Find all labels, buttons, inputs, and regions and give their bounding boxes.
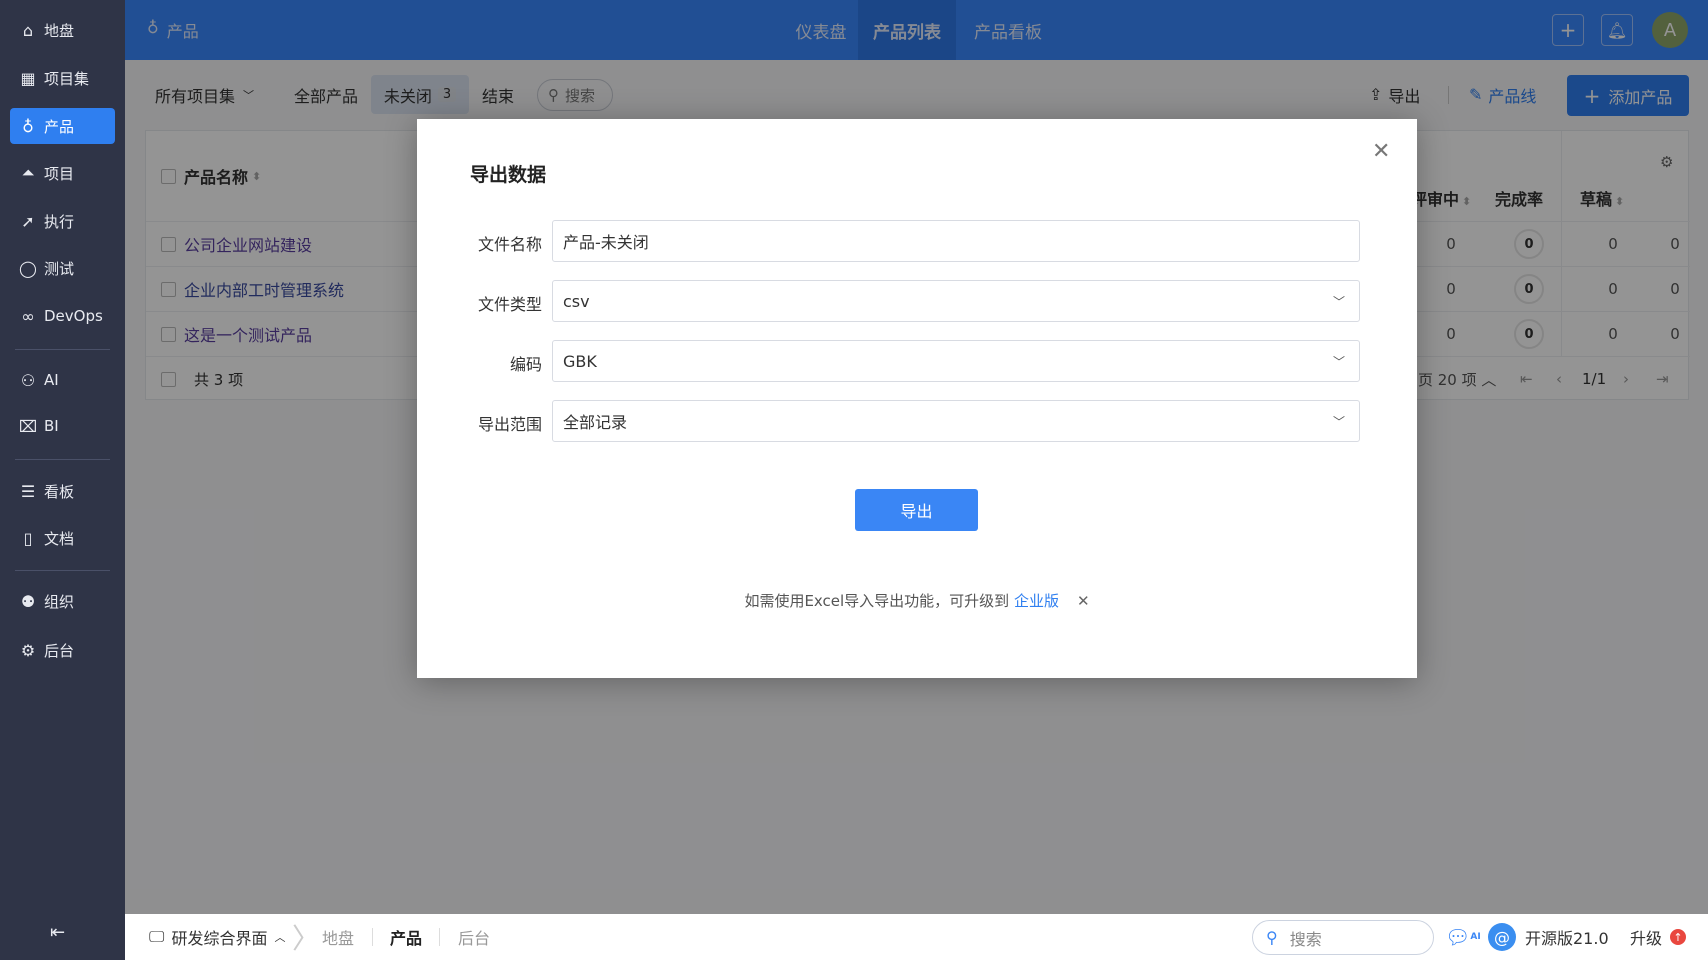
sidebar-item-devops[interactable]: ∞ DevOps bbox=[10, 298, 115, 334]
divider bbox=[15, 459, 110, 460]
sidebar-item-kanban[interactable]: ☰ 看板 bbox=[10, 473, 115, 509]
field-label: 导出范围 bbox=[477, 415, 542, 434]
global-search-input[interactable]: ⚲ 搜索 bbox=[1252, 920, 1434, 955]
collapse-sidebar-icon[interactable]: ⇤ bbox=[50, 922, 65, 943]
upgrade-note: 如需使用Excel导入导出功能，可升级到 企业版 ✕ bbox=[744, 592, 1090, 610]
app-tab-dashboard[interactable]: 地盘 bbox=[322, 914, 354, 960]
chart-board-icon: ⌧ bbox=[18, 416, 38, 436]
file-name-input[interactable]: 产品-未关闭 bbox=[552, 220, 1360, 262]
divider bbox=[372, 928, 373, 946]
sidebar-item-admin[interactable]: ⚙ 后台 bbox=[10, 632, 115, 668]
sidebar-item-ai[interactable]: ⚇ AI bbox=[10, 362, 115, 398]
sidebar-item-project[interactable]: ⏶ 项目 bbox=[10, 155, 115, 191]
sidebar-item-bi[interactable]: ⌧ BI bbox=[10, 408, 115, 444]
bottom-bar: 🖵︎ 研发综合界面 ︿ 〉 地盘 产品 后台 ⚲ 搜索 💬︎ AI @ 开源版21.0 … bbox=[125, 914, 1708, 960]
separator-icon: 〉 bbox=[292, 922, 321, 955]
field-label: 文件类型 bbox=[477, 295, 542, 314]
gear-icon: ⚙ bbox=[20, 640, 36, 660]
chevron-down-icon: ﹀ bbox=[1332, 354, 1345, 369]
sidebar-item-execution[interactable]: ➚ 执行 bbox=[10, 203, 115, 239]
run-icon: ➚ bbox=[21, 211, 35, 231]
chevron-down-icon: ﹀ bbox=[1332, 414, 1345, 429]
upgrade-button[interactable]: 升级 ↑ bbox=[1630, 914, 1687, 960]
export-submit-button[interactable]: 导出 bbox=[855, 489, 978, 531]
home-icon: ⌂ bbox=[22, 20, 34, 40]
sidebar-item-org[interactable]: ⚉ 组织 bbox=[10, 583, 115, 619]
export-dialog: 导出数据 ✕ 文件名称 产品-未关闭 文件类型 csv ﹀ 编码 GBK ﹀ 导出范… bbox=[417, 119, 1417, 678]
lightbulb-icon: ♁ bbox=[22, 116, 34, 136]
robot-icon: ⚇ bbox=[20, 370, 36, 390]
kanban-icon: ☰ bbox=[20, 481, 36, 501]
rocket-icon: ⏶ bbox=[21, 163, 35, 182]
dialog-title: 导出数据 bbox=[470, 164, 547, 186]
monitor-icon: 🖵︎ bbox=[149, 927, 165, 946]
zentao-logo-icon: @ bbox=[1488, 923, 1516, 951]
field-label: 文件名称 bbox=[477, 235, 542, 254]
users-icon: ⚉ bbox=[20, 591, 36, 611]
divider bbox=[439, 928, 440, 946]
sidebar-item-product[interactable]: ♁ 产品 bbox=[10, 108, 115, 144]
test-icon: ◯ bbox=[19, 258, 37, 278]
divider bbox=[15, 570, 110, 571]
sidebar-item-test[interactable]: ◯ 测试 bbox=[10, 250, 115, 286]
app-tab-admin[interactable]: 后台 bbox=[458, 914, 490, 960]
enterprise-link[interactable]: 企业版 bbox=[1014, 592, 1059, 610]
search-icon: ⚲ bbox=[1266, 928, 1278, 947]
app-tab-product[interactable]: 产品 bbox=[390, 914, 422, 960]
file-type-select[interactable]: csv ﹀ bbox=[552, 280, 1360, 322]
sidebar-item-doc[interactable]: ▯ 文档 bbox=[10, 520, 115, 556]
encoding-select[interactable]: GBK ﹀ bbox=[552, 340, 1360, 382]
infinity-icon: ∞ bbox=[21, 306, 35, 326]
sidebar: ⌂ 地盘 ▦ 项目集 ♁ 产品 ⏶ 项目 ➚ 执行 ◯ 测试 ∞ DevOps ⚇ AI ⌧ BI… bbox=[0, 0, 125, 960]
arrow-up-icon: ↑ bbox=[1670, 929, 1687, 945]
sidebar-item-program[interactable]: ▦ 项目集 bbox=[10, 60, 115, 96]
chevron-down-icon: ﹀ bbox=[1332, 294, 1345, 309]
version-label[interactable]: 开源版21.0 bbox=[1525, 914, 1609, 960]
app-switcher[interactable]: 🖵︎ 研发综合界面 ︿ bbox=[149, 914, 285, 960]
grid-icon: ▦ bbox=[20, 68, 36, 88]
document-icon: ▯ bbox=[23, 528, 33, 548]
field-label: 编码 bbox=[509, 355, 542, 374]
chevron-up-icon: ︿ bbox=[274, 931, 286, 944]
sidebar-item-dashboard[interactable]: ⌂ 地盘 bbox=[10, 12, 115, 48]
divider bbox=[15, 349, 110, 350]
ai-chat-button[interactable]: 💬︎ AI bbox=[1445, 914, 1481, 960]
close-note-icon[interactable]: ✕ bbox=[1077, 592, 1090, 610]
export-range-select[interactable]: 全部记录 ﹀ bbox=[552, 400, 1360, 442]
close-icon[interactable]: ✕ bbox=[1372, 139, 1390, 164]
chat-bubble-icon: 💬︎ bbox=[1445, 925, 1471, 949]
